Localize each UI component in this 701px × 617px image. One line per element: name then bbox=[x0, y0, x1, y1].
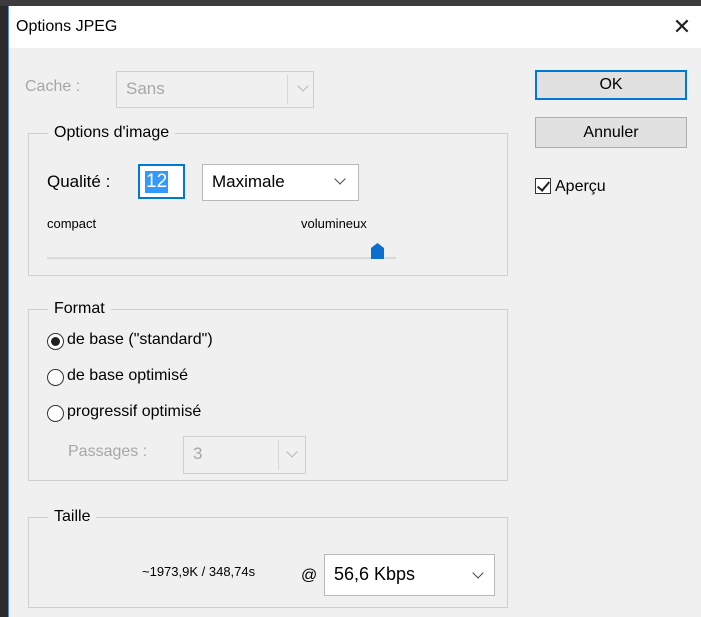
size-legend: Taille bbox=[48, 508, 97, 526]
quality-preset-value: Maximale bbox=[212, 172, 285, 191]
image-options-group bbox=[28, 133, 508, 276]
chevron-down-icon bbox=[334, 173, 346, 185]
format-radio-standard[interactable] bbox=[47, 333, 64, 350]
quality-input[interactable]: 12 bbox=[138, 164, 185, 199]
connection-speed-select[interactable]: 56,6 Kbps bbox=[324, 554, 495, 596]
chevron-down-icon bbox=[472, 567, 484, 579]
format-legend: Format bbox=[48, 300, 111, 318]
cache-select[interactable]: Sans bbox=[116, 71, 314, 108]
format-radio-optimized[interactable] bbox=[47, 369, 64, 386]
quality-value: 12 bbox=[145, 171, 169, 193]
quality-preset-select[interactable]: Maximale bbox=[202, 164, 359, 201]
close-button[interactable]: ✕ bbox=[665, 12, 699, 42]
preview-label[interactable]: Aperçu bbox=[555, 178, 606, 196]
cancel-button[interactable]: Annuler bbox=[535, 117, 687, 148]
title-bar: Options JPEG ✕ bbox=[9, 6, 701, 48]
ok-button[interactable]: OK bbox=[535, 70, 687, 100]
radio-selected-dot bbox=[51, 337, 60, 346]
passes-label: Passages : bbox=[68, 443, 148, 460]
quality-slider-thumb[interactable] bbox=[371, 243, 384, 259]
size-estimate: ~1973,9K / 348,74s bbox=[142, 564, 256, 579]
close-icon: ✕ bbox=[672, 14, 692, 39]
format-option-standard[interactable]: de base ("standard") bbox=[67, 331, 213, 349]
checkmark-icon bbox=[536, 178, 551, 192]
window-title: Options JPEG bbox=[16, 18, 118, 35]
cache-value: Sans bbox=[126, 79, 165, 98]
slider-min-label: compact bbox=[47, 216, 97, 231]
ok-button-label: OK bbox=[599, 76, 623, 93]
image-options-legend: Options d'image bbox=[48, 124, 176, 142]
cache-label: Cache : bbox=[25, 78, 81, 95]
chevron-down-icon bbox=[286, 446, 298, 458]
chevron-down-icon bbox=[297, 80, 309, 92]
at-symbol: @ bbox=[301, 567, 318, 584]
quality-slider-track[interactable] bbox=[47, 257, 396, 260]
slider-max-label: volumineux bbox=[301, 216, 367, 231]
background-window-edge bbox=[0, 0, 8, 617]
format-option-progressive[interactable]: progressif optimisé bbox=[67, 403, 201, 421]
passes-select-separator bbox=[278, 440, 279, 470]
format-radio-progressive[interactable] bbox=[47, 405, 64, 422]
preview-checkbox[interactable] bbox=[535, 178, 551, 194]
passes-select[interactable]: 3 bbox=[183, 436, 306, 474]
quality-label: Qualité : bbox=[47, 172, 111, 191]
connection-speed-value: 56,6 Kbps bbox=[334, 564, 416, 584]
cache-select-separator bbox=[287, 75, 288, 104]
cancel-button-label: Annuler bbox=[583, 124, 639, 141]
format-option-optimized[interactable]: de base optimisé bbox=[67, 367, 188, 385]
passes-value: 3 bbox=[193, 444, 203, 463]
jpeg-options-dialog: Options JPEG ✕ Cache : Sans OK Annuler A… bbox=[8, 6, 701, 617]
